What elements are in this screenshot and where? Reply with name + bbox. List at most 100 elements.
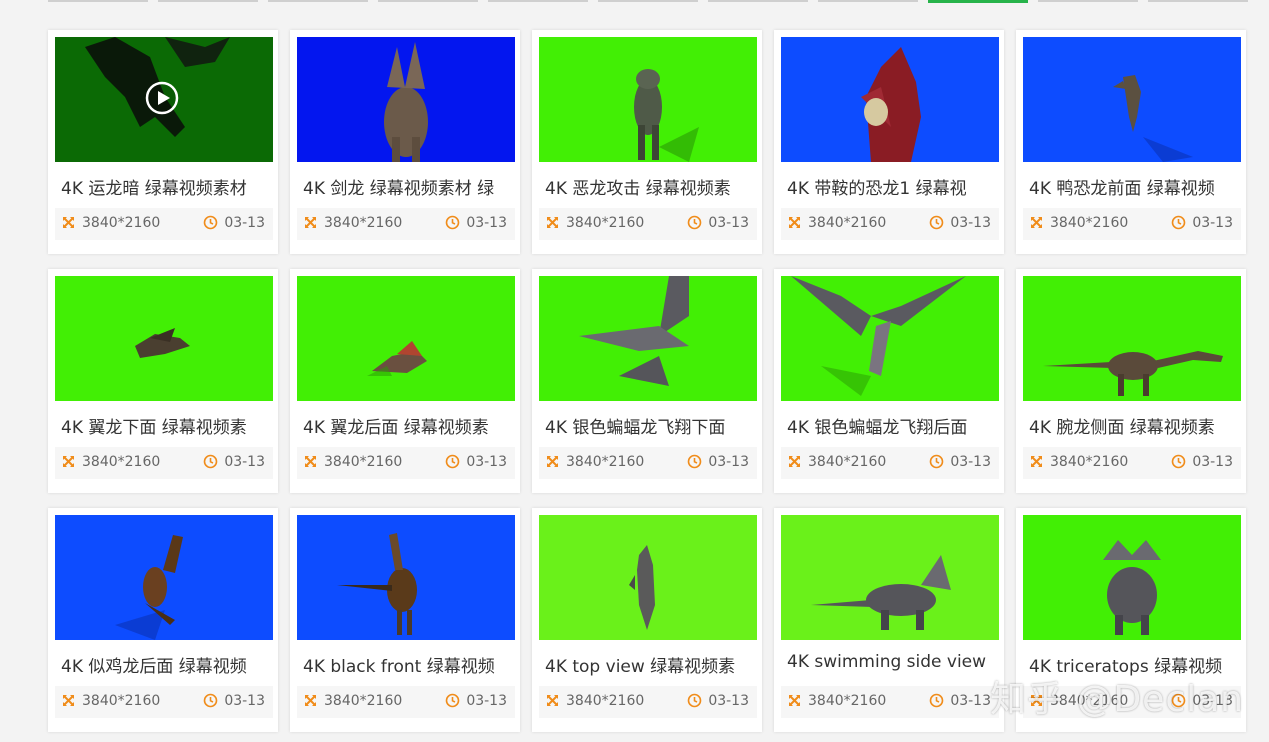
video-title[interactable]: 4K 恶龙攻击 绿幕视频素 [545, 174, 755, 199]
resolution-info: 3840*2160 [61, 693, 160, 709]
video-card[interactable]: 4K 恶龙攻击 绿幕视频素 3840*2160 03-13 [532, 30, 762, 254]
resolution-text: 3840*2160 [324, 454, 403, 470]
date-text: 03-13 [466, 693, 507, 709]
video-card[interactable]: 4K 运龙暗 绿幕视频素材 3840*2160 03-13 [48, 30, 278, 254]
video-title[interactable]: 4K 翼龙后面 绿幕视频素 [303, 413, 513, 438]
video-card[interactable]: 4K 似鸡龙后面 绿幕视频 3840*2160 03-13 [48, 508, 278, 732]
thumbnail-image [539, 276, 757, 401]
video-thumbnail[interactable] [1023, 276, 1241, 401]
video-card[interactable]: 4K 鸭恐龙前面 绿幕视频 3840*2160 03-13 [1016, 30, 1246, 254]
video-title[interactable]: 4K 似鸡龙后面 绿幕视频 [61, 652, 271, 677]
video-title[interactable]: 4K 带鞍的恐龙1 绿幕视 [787, 174, 997, 199]
video-card[interactable]: 4K 银色蝙蝠龙飞翔后面 3840*2160 03-13 [774, 269, 1004, 493]
video-card[interactable]: 4K 腕龙侧面 绿幕视频素 3840*2160 03-13 [1016, 269, 1246, 493]
date-text: 03-13 [466, 215, 507, 231]
resolution-icon [1029, 454, 1044, 469]
video-card[interactable]: 4K swimming side view 3840*2160 03-13 [774, 508, 1004, 732]
video-title[interactable]: 4K 银色蝙蝠龙飞翔后面 [787, 413, 997, 438]
resolution-info: 3840*2160 [1029, 454, 1128, 470]
resolution-info: 3840*2160 [61, 454, 160, 470]
date-text: 03-13 [950, 693, 991, 709]
resolution-icon [787, 215, 802, 230]
filter-tab[interactable] [598, 0, 698, 2]
resolution-text: 3840*2160 [808, 693, 887, 709]
video-card[interactable]: 4K black front 绿幕视频 3840*2160 03-13 [290, 508, 520, 732]
video-thumbnail[interactable] [55, 276, 273, 401]
video-thumbnail[interactable] [781, 515, 999, 640]
video-card[interactable]: 4K top view 绿幕视频素 3840*2160 03-13 [532, 508, 762, 732]
filter-tab[interactable] [268, 0, 368, 2]
clock-icon [445, 215, 460, 230]
date-text: 03-13 [224, 454, 265, 470]
resolution-icon [545, 693, 560, 708]
video-title[interactable]: 4K 剑龙 绿幕视频素材 绿 [303, 174, 513, 199]
video-title[interactable]: 4K 鸭恐龙前面 绿幕视频 [1029, 174, 1239, 199]
clock-icon [1171, 215, 1186, 230]
video-thumbnail[interactable] [539, 276, 757, 401]
resolution-text: 3840*2160 [1050, 454, 1129, 470]
resolution-info: 3840*2160 [545, 454, 644, 470]
video-thumbnail[interactable] [55, 515, 273, 640]
resolution-text: 3840*2160 [82, 693, 161, 709]
video-card[interactable]: 4K 银色蝙蝠龙飞翔下面 3840*2160 03-13 [532, 269, 762, 493]
clock-icon [203, 454, 218, 469]
video-thumbnail[interactable] [297, 515, 515, 640]
filter-tab[interactable] [48, 0, 148, 2]
date-info: 03-13 [929, 215, 991, 231]
date-text: 03-13 [708, 454, 749, 470]
filter-tab[interactable] [1148, 0, 1248, 2]
video-title[interactable]: 4K 银色蝙蝠龙飞翔下面 [545, 413, 755, 438]
video-thumbnail[interactable] [1023, 515, 1241, 640]
video-thumbnail[interactable] [539, 37, 757, 162]
video-thumbnail[interactable] [781, 37, 999, 162]
resolution-text: 3840*2160 [566, 454, 645, 470]
date-info: 03-13 [687, 693, 749, 709]
date-info: 03-13 [929, 693, 991, 709]
resolution-text: 3840*2160 [82, 215, 161, 231]
clock-icon [687, 693, 702, 708]
thumbnail-image [781, 276, 999, 401]
thumbnail-image [297, 37, 515, 162]
video-title[interactable]: 4K 运龙暗 绿幕视频素材 [61, 174, 271, 199]
video-title[interactable]: 4K black front 绿幕视频 [303, 652, 513, 677]
filter-tab[interactable] [708, 0, 808, 2]
video-title[interactable]: 4K 翼龙下面 绿幕视频素 [61, 413, 271, 438]
resolution-info: 3840*2160 [303, 215, 402, 231]
date-info: 03-13 [203, 693, 265, 709]
video-thumbnail[interactable] [1023, 37, 1241, 162]
date-info: 03-13 [1171, 215, 1233, 231]
filter-tab[interactable] [158, 0, 258, 2]
video-card[interactable]: 4K 翼龙后面 绿幕视频素 3840*2160 03-13 [290, 269, 520, 493]
resolution-icon [787, 693, 802, 708]
video-title[interactable]: 4K 腕龙侧面 绿幕视频素 [1029, 413, 1239, 438]
filter-tab[interactable] [1038, 0, 1138, 2]
resolution-info: 3840*2160 [545, 215, 644, 231]
resolution-icon [61, 693, 76, 708]
filter-tab-active[interactable] [928, 0, 1028, 3]
video-thumbnail[interactable] [297, 276, 515, 401]
clock-icon [687, 215, 702, 230]
date-text: 03-13 [708, 215, 749, 231]
filter-tab[interactable] [818, 0, 918, 2]
video-card[interactable]: 4K 翼龙下面 绿幕视频素 3840*2160 03-13 [48, 269, 278, 493]
filter-tab[interactable] [378, 0, 478, 2]
thumbnail-image [1023, 276, 1241, 401]
thumbnail-image [781, 515, 999, 640]
video-card[interactable]: 4K 剑龙 绿幕视频素材 绿 3840*2160 03-13 [290, 30, 520, 254]
date-info: 03-13 [687, 215, 749, 231]
clock-icon [203, 215, 218, 230]
thumbnail-image [55, 276, 273, 401]
video-card[interactable]: 4K 带鞍的恐龙1 绿幕视 3840*2160 03-13 [774, 30, 1004, 254]
play-icon[interactable] [145, 81, 179, 115]
video-thumbnail[interactable] [55, 37, 273, 162]
filter-tab[interactable] [488, 0, 588, 2]
video-title[interactable]: 4K swimming side view [787, 652, 997, 672]
video-title[interactable]: 4K top view 绿幕视频素 [545, 652, 755, 677]
resolution-icon [61, 215, 76, 230]
video-thumbnail[interactable] [781, 276, 999, 401]
thumbnail-image [1023, 37, 1241, 162]
resolution-info: 3840*2160 [1029, 215, 1128, 231]
video-thumbnail[interactable] [539, 515, 757, 640]
video-thumbnail[interactable] [297, 37, 515, 162]
video-meta-bar: 3840*2160 03-13 [781, 686, 999, 718]
